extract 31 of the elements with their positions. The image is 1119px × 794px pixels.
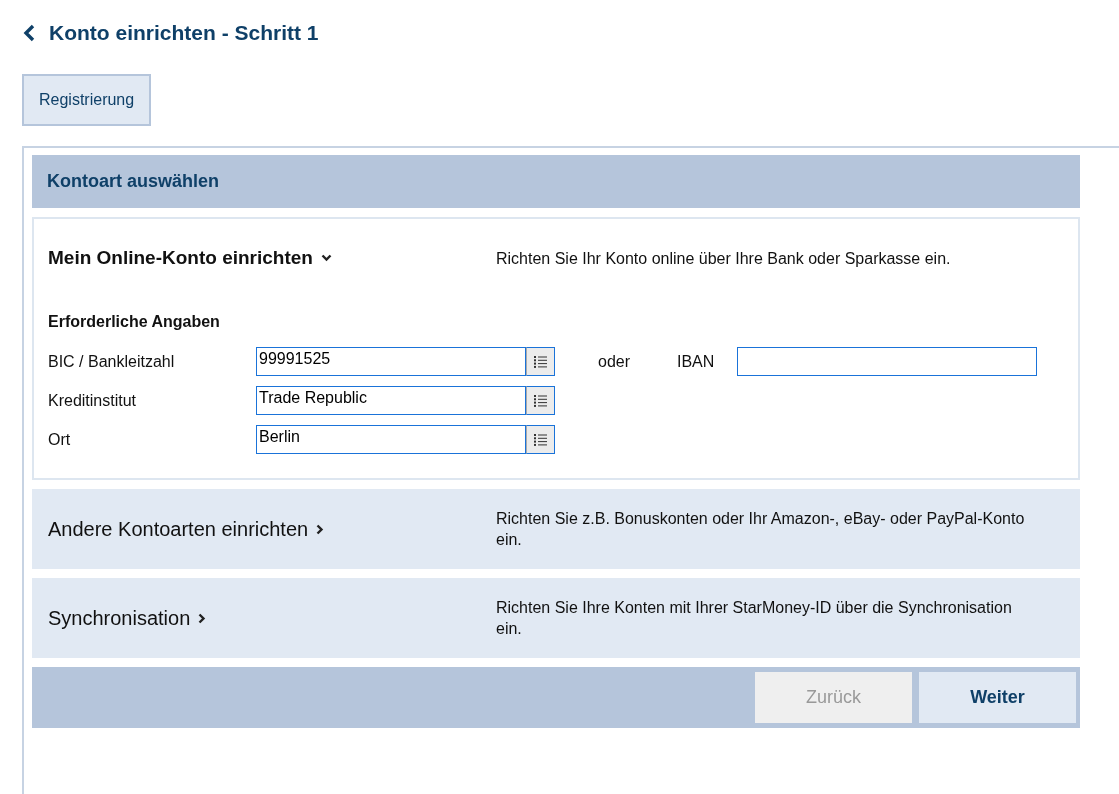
list-icon: [534, 355, 547, 368]
field-label: IBAN: [677, 352, 716, 371]
chevron-right-icon: [198, 612, 207, 624]
registration-tab[interactable]: Registrierung: [22, 74, 152, 126]
section-description: Richten Sie Ihre Konten mit Ihrer StarMoney-ID über die Synchronisation ein.: [496, 598, 1013, 639]
list-icon: [534, 394, 547, 407]
lookup-button[interactable]: [526, 425, 555, 454]
list-icon: [534, 433, 547, 446]
section-description: Richten Sie z.B. Bonuskonten oder Ihr Amazon-, eBay- oder PayPal-Konto ein.: [496, 509, 1026, 550]
form-heading: Erforderliche Angaben: [48, 313, 221, 331]
input-field[interactable]: Trade Republic: [256, 386, 526, 415]
back-button[interactable]: [22, 24, 35, 42]
field-label: Ort: [48, 430, 72, 449]
lookup-button[interactable]: [526, 386, 555, 415]
chevron-down-icon: [320, 254, 332, 262]
chevron-right-icon: [316, 523, 325, 535]
section-toggle[interactable]: Mein Online-Konto einrichten: [48, 247, 332, 269]
lookup-button[interactable]: [526, 347, 555, 376]
next-button[interactable]: Weiter: [919, 672, 1076, 723]
input-field[interactable]: 99991525: [256, 347, 526, 376]
page-title: Konto einrichten - Schritt 1: [49, 21, 319, 45]
field-label: Kreditinstitut: [48, 391, 138, 410]
section-description: Richten Sie Ihr Konto online über Ihre Bank oder Sparkasse ein.: [496, 248, 952, 269]
input-field[interactable]: [737, 347, 1037, 376]
connector-text: oder: [598, 352, 632, 371]
field-label: BIC / Bankleitzahl: [48, 352, 176, 371]
panel-title: Kontoart auswählen: [47, 171, 220, 192]
section-toggle[interactable]: Synchronisation: [48, 606, 207, 630]
input-field[interactable]: Berlin: [256, 425, 526, 454]
chevron-left-icon: [22, 24, 35, 42]
section-toggle[interactable]: Andere Kontoarten einrichten: [48, 517, 325, 541]
